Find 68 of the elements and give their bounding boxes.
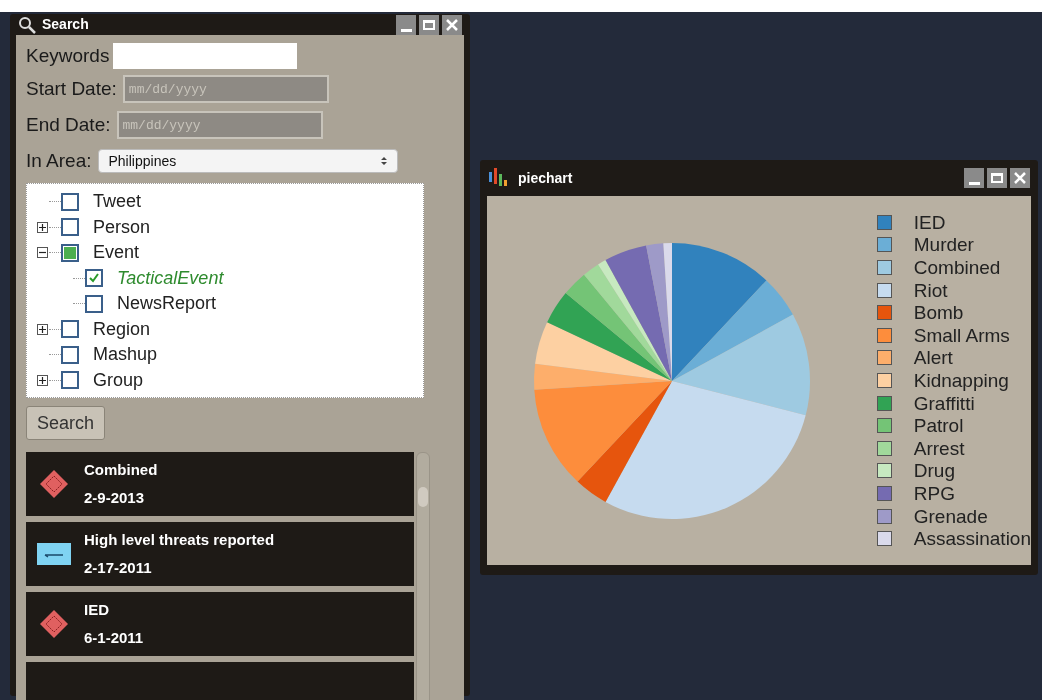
- maximize-button[interactable]: [419, 14, 439, 35]
- legend-label: Bomb: [913, 303, 964, 323]
- expand-toggle[interactable]: [36, 221, 48, 233]
- area-select[interactable]: Philippines: [97, 149, 398, 173]
- result-title: IED: [84, 599, 110, 620]
- tree-item[interactable]: NewsReport: [117, 290, 217, 318]
- checkbox[interactable]: [61, 320, 79, 339]
- result-date: 2-9-2013: [84, 488, 146, 508]
- legend-label: Riot: [913, 280, 948, 300]
- tree-item[interactable]: Person: [93, 213, 151, 241]
- checkbox[interactable]: [85, 294, 103, 313]
- end-date-field[interactable]: mm/dd/yyyy: [116, 111, 323, 139]
- checkbox[interactable]: [85, 269, 103, 288]
- keywords-field[interactable]: [113, 43, 298, 69]
- expand-toggle[interactable]: [36, 323, 48, 335]
- search-icon: [18, 15, 36, 34]
- plus-icon: [38, 325, 46, 333]
- start-date-label: Start Date:: [26, 76, 117, 101]
- result-date: 2-17-2011: [84, 558, 153, 578]
- result-card[interactable]: Combined 2-9-2013: [26, 452, 414, 516]
- plus-icon: [38, 223, 46, 231]
- end-date-label: End Date:: [26, 112, 111, 137]
- result-date: 6-1-2011: [84, 628, 144, 648]
- search-button[interactable]: Search: [26, 406, 106, 440]
- checkbox[interactable]: [61, 192, 79, 211]
- window-title: piechart: [518, 168, 574, 188]
- select-arrows-icon: [380, 156, 387, 166]
- keywords-label: Keywords: [26, 43, 110, 68]
- tree-item[interactable]: TacticalEvent: [117, 264, 224, 292]
- tree-item[interactable]: Region: [93, 315, 151, 343]
- legend-label: Kidnapping: [913, 371, 1009, 390]
- tree-item[interactable]: Tweet: [93, 188, 142, 216]
- check-icon: [88, 272, 100, 285]
- checkbox[interactable]: [61, 371, 79, 390]
- collapse-toggle[interactable]: [36, 247, 48, 259]
- legend-label: Drug: [913, 461, 955, 481]
- legend-label: Murder: [913, 235, 974, 255]
- result-card[interactable]: High level threats reported 2-17-2011: [26, 522, 414, 586]
- legend-label: Graffitti: [913, 393, 975, 413]
- start-date-field[interactable]: mm/dd/yyyy: [122, 75, 329, 103]
- legend-label: Patrol: [913, 416, 964, 436]
- scrollbar[interactable]: [416, 452, 430, 700]
- legend-label: Grenade: [913, 506, 988, 526]
- legend-label: Arrest: [913, 438, 965, 458]
- tree-item[interactable]: Group: [93, 366, 144, 394]
- close-button[interactable]: [442, 14, 462, 35]
- legend-label: IED: [913, 212, 946, 232]
- window-title: Search: [42, 15, 90, 34]
- diamond-icon: [39, 469, 69, 499]
- result-title: High level threats reported: [84, 529, 275, 550]
- tree-item[interactable]: Event: [93, 239, 140, 267]
- legend-label: RPG: [913, 483, 955, 503]
- legend-label: Small Arms: [913, 325, 1010, 345]
- expand-toggle[interactable]: [36, 374, 48, 386]
- checkbox[interactable]: [61, 218, 79, 237]
- result-card[interactable]: IED 6-1-2011: [26, 592, 414, 656]
- plus-icon: [38, 376, 46, 384]
- area-label: In Area:: [26, 148, 92, 173]
- legend-label: Assassination: [913, 529, 1031, 549]
- legend-label: Combined: [913, 258, 1001, 278]
- legend-label: Alert: [913, 348, 953, 368]
- result-title: Combined: [84, 459, 158, 480]
- diamond-icon: [39, 609, 69, 639]
- tree-item[interactable]: Mashup: [93, 341, 158, 369]
- bar-chart-icon: [488, 168, 510, 188]
- tag-icon: [37, 543, 71, 565]
- minimize-button[interactable]: [396, 14, 416, 35]
- checkbox[interactable]: [61, 345, 79, 364]
